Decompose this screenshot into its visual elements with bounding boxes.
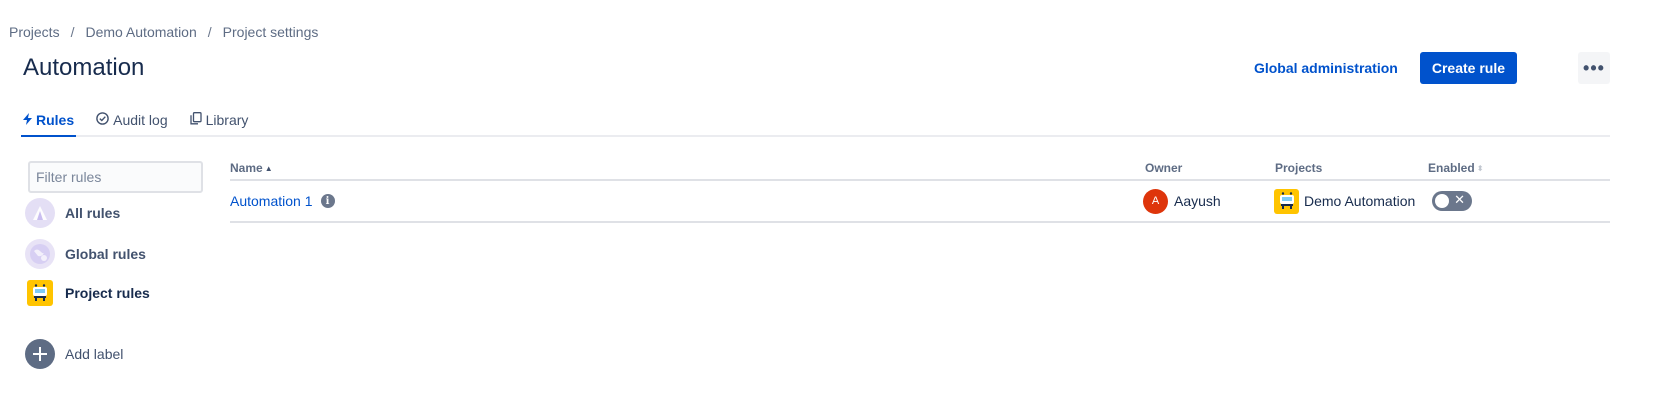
table-header: Name ▲ Owner Projects Enabled ⬍	[230, 157, 1610, 181]
project-icon	[27, 280, 53, 306]
tab-audit-log[interactable]: Audit log	[94, 105, 169, 135]
global-administration-link[interactable]: Global administration	[1254, 60, 1398, 76]
header-actions: Global administration Create rule	[1254, 52, 1517, 84]
column-header-name[interactable]: Name ▲	[230, 161, 273, 175]
lightning-icon	[23, 112, 32, 128]
tab-rules[interactable]: Rules	[21, 105, 77, 137]
tab-library[interactable]: Library	[188, 105, 251, 135]
more-icon: •••	[1583, 57, 1605, 78]
create-rule-button[interactable]: Create rule	[1419, 52, 1517, 84]
enabled-toggle[interactable]: ✕	[1432, 191, 1472, 211]
column-header-owner: Owner	[1145, 161, 1182, 175]
sidebar-item-global-rules[interactable]: Global rules	[25, 239, 146, 269]
column-owner-label: Owner	[1145, 161, 1183, 175]
sidebar-item-label: Project rules	[65, 285, 150, 301]
breadcrumb-projects[interactable]: Projects	[9, 24, 60, 40]
tab-audit-log-label: Audit log	[113, 112, 168, 128]
project-name: Demo Automation	[1304, 193, 1416, 209]
add-label-button[interactable]: Add label	[25, 339, 123, 369]
breadcrumb: Projects / Demo Automation / Project set…	[9, 24, 318, 40]
column-header-enabled[interactable]: Enabled ⬍	[1428, 161, 1483, 175]
sort-up-icon: ▲	[264, 163, 273, 173]
sidebar-item-project-rules[interactable]: Project rules	[25, 280, 150, 306]
add-label-text: Add label	[65, 346, 124, 362]
sidebar-item-label: Global rules	[65, 246, 146, 262]
rule-name-link[interactable]: Automation 1	[230, 193, 313, 209]
column-header-projects: Projects	[1275, 161, 1322, 175]
tab-rules-label: Rules	[36, 112, 75, 128]
enabled-cell: ✕	[1432, 181, 1472, 221]
globe-icon	[25, 239, 55, 269]
tab-library-label: Library	[205, 112, 249, 128]
column-enabled-label: Enabled	[1428, 161, 1475, 175]
rules-table: Name ▲ Owner Projects Enabled ⬍ Automati…	[230, 157, 1610, 223]
more-actions-button[interactable]: •••	[1578, 52, 1610, 84]
owner-cell: A Aayush	[1143, 181, 1221, 221]
toggle-knob	[1435, 194, 1449, 208]
check-circle-icon	[96, 112, 109, 128]
project-avatar-icon	[1274, 188, 1299, 214]
breadcrumb-separator: /	[70, 24, 75, 40]
column-projects-label: Projects	[1275, 161, 1323, 175]
column-name-label: Name	[230, 161, 263, 175]
plus-icon	[25, 339, 55, 369]
info-icon[interactable]: i	[320, 194, 335, 208]
copy-icon	[189, 112, 202, 128]
table-row: Automation 1 i A Aayush Demo Automation …	[230, 181, 1610, 223]
sort-icon: ⬍	[1476, 163, 1484, 173]
filter-rules-input[interactable]	[28, 161, 203, 193]
breadcrumb-project-settings[interactable]: Project settings	[223, 24, 319, 40]
project-cell: Demo Automation	[1274, 181, 1415, 221]
breadcrumb-separator: /	[207, 24, 212, 40]
page-title: Automation	[23, 54, 145, 81]
sidebar-item-all-rules[interactable]: All rules	[25, 198, 120, 228]
avatar: A	[1143, 188, 1168, 214]
sidebar-item-label: All rules	[65, 205, 121, 221]
tab-bar: Rules Audit log Library	[21, 105, 1610, 137]
breadcrumb-demo-automation[interactable]: Demo Automation	[85, 24, 196, 40]
rule-name-cell: Automation 1 i	[230, 181, 335, 221]
owner-name: Aayush	[1174, 193, 1221, 209]
close-icon: ✕	[1454, 192, 1465, 207]
all-rules-icon	[25, 198, 55, 228]
